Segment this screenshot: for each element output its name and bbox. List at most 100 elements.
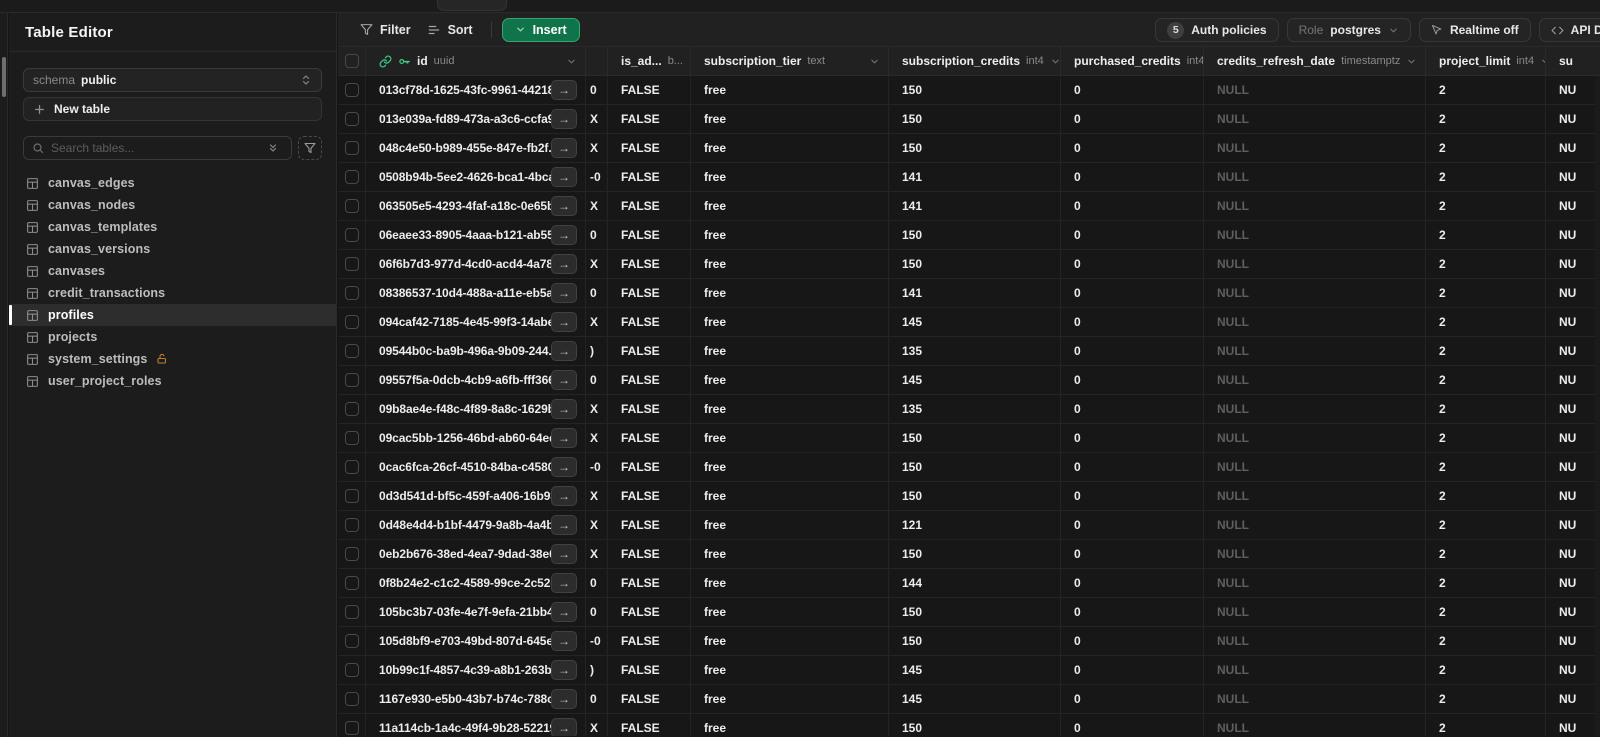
expand-row-button[interactable]: →: [551, 399, 577, 419]
cell-credits-refresh-date[interactable]: NULL: [1204, 105, 1426, 133]
expand-row-button[interactable]: →: [551, 631, 577, 651]
cell-subscription-credits[interactable]: 141: [889, 279, 1061, 307]
cell-id[interactable]: 06f6b7d3-977d-4cd0-acd4-4a78... →: [366, 250, 586, 278]
cell-is-admin[interactable]: FALSE: [608, 192, 691, 220]
cell-is-admin[interactable]: FALSE: [608, 627, 691, 655]
cell-id[interactable]: 094caf42-7185-4e45-99f3-14abee...→: [366, 308, 586, 336]
sidebar-item-profiles[interactable]: profiles: [9, 304, 336, 326]
cell-clipped[interactable]: X: [586, 540, 608, 568]
cell-id[interactable]: 09cac5bb-1256-46bd-ab60-64ed... →: [366, 424, 586, 452]
cell-overflow[interactable]: NU: [1546, 308, 1600, 336]
cell-credits-refresh-date[interactable]: NULL: [1204, 337, 1426, 365]
cell-subscription-tier[interactable]: free: [691, 134, 889, 162]
cell-purchased-credits[interactable]: 0: [1061, 424, 1204, 452]
cell-overflow[interactable]: NU: [1546, 511, 1600, 539]
expand-row-button[interactable]: →: [551, 689, 577, 709]
cell-is-admin[interactable]: FALSE: [608, 279, 691, 307]
cell-purchased-credits[interactable]: 0: [1061, 134, 1204, 162]
row-checkbox[interactable]: [344, 692, 359, 706]
cell-purchased-credits[interactable]: 0: [1061, 163, 1204, 191]
cell-id[interactable]: 0eb2b676-38ed-4ea7-9dad-38e6... →: [366, 540, 586, 568]
cell-project-limit[interactable]: 2: [1426, 627, 1546, 655]
cell-id[interactable]: 048c4e50-b989-455e-847e-fb2f... →: [366, 134, 586, 162]
realtime-toggle-button[interactable]: Realtime off: [1418, 18, 1531, 42]
row-checkbox[interactable]: [344, 634, 359, 648]
cell-subscription-tier[interactable]: free: [691, 366, 889, 394]
cell-is-admin[interactable]: FALSE: [608, 337, 691, 365]
cell-clipped[interactable]: 0: [586, 76, 608, 104]
cell-id[interactable]: 09b8ae4e-f48c-4f89-8a8c-1629b... →: [366, 395, 586, 423]
cell-subscription-tier[interactable]: free: [691, 250, 889, 278]
cell-subscription-tier[interactable]: free: [691, 76, 889, 104]
search-tables-input[interactable]: [51, 141, 256, 155]
cell-is-admin[interactable]: FALSE: [608, 424, 691, 452]
cell-subscription-credits[interactable]: 141: [889, 163, 1061, 191]
cell-purchased-credits[interactable]: 0: [1061, 76, 1204, 104]
cell-subscription-credits[interactable]: 150: [889, 598, 1061, 626]
cell-project-limit[interactable]: 2: [1426, 453, 1546, 481]
cell-purchased-credits[interactable]: 0: [1061, 569, 1204, 597]
cell-clipped[interactable]: X: [586, 714, 608, 736]
cell-clipped[interactable]: ): [586, 656, 608, 684]
sidebar-item-credit_transactions[interactable]: credit_transactions: [9, 282, 336, 304]
cell-overflow[interactable]: NU: [1546, 134, 1600, 162]
expand-row-button[interactable]: →: [551, 167, 577, 187]
row-checkbox[interactable]: [344, 228, 359, 242]
cell-purchased-credits[interactable]: 0: [1061, 482, 1204, 510]
cell-id[interactable]: 105bc3b7-03fe-4e7f-9efa-21bb40... →: [366, 598, 586, 626]
cell-clipped[interactable]: 0: [586, 569, 608, 597]
expand-row-button[interactable]: →: [551, 283, 577, 303]
cell-project-limit[interactable]: 2: [1426, 482, 1546, 510]
schema-select[interactable]: schema public: [23, 68, 322, 92]
cell-is-admin[interactable]: FALSE: [608, 685, 691, 713]
cell-clipped[interactable]: X: [586, 511, 608, 539]
cell-subscription-tier[interactable]: free: [691, 308, 889, 336]
cell-purchased-credits[interactable]: 0: [1061, 511, 1204, 539]
cell-subscription-credits[interactable]: 145: [889, 366, 1061, 394]
cell-id[interactable]: 09557f5a-0dcb-4cb9-a6fb-fff366... →: [366, 366, 586, 394]
column-header-clipped[interactable]: [586, 47, 608, 75]
cell-is-admin[interactable]: FALSE: [608, 250, 691, 278]
cell-is-admin[interactable]: FALSE: [608, 569, 691, 597]
sidebar-item-projects[interactable]: projects: [9, 326, 336, 348]
cell-subscription-tier[interactable]: free: [691, 511, 889, 539]
cell-subscription-tier[interactable]: free: [691, 598, 889, 626]
cell-id[interactable]: 0d48e4d4-b1bf-4479-9a8b-4a4b... →: [366, 511, 586, 539]
cell-project-limit[interactable]: 2: [1426, 424, 1546, 452]
cell-subscription-credits[interactable]: 121: [889, 511, 1061, 539]
cell-subscription-credits[interactable]: 150: [889, 76, 1061, 104]
cell-subscription-tier[interactable]: free: [691, 685, 889, 713]
cell-id[interactable]: 013e039a-fd89-473a-a3c6-ccfa9... →: [366, 105, 586, 133]
cell-id[interactable]: 06eaee33-8905-4aaa-b121-ab552... →: [366, 221, 586, 249]
cell-subscription-credits[interactable]: 150: [889, 105, 1061, 133]
cell-subscription-credits[interactable]: 150: [889, 453, 1061, 481]
cell-clipped[interactable]: -0: [586, 453, 608, 481]
cell-clipped[interactable]: X: [586, 105, 608, 133]
cell-credits-refresh-date[interactable]: NULL: [1204, 511, 1426, 539]
cell-project-limit[interactable]: 2: [1426, 105, 1546, 133]
column-header-project-limit[interactable]: project_limit int4: [1426, 47, 1546, 75]
cell-overflow[interactable]: NU: [1546, 337, 1600, 365]
cell-purchased-credits[interactable]: 0: [1061, 192, 1204, 220]
cell-project-limit[interactable]: 2: [1426, 337, 1546, 365]
cell-clipped[interactable]: X: [586, 395, 608, 423]
row-checkbox[interactable]: [344, 112, 359, 126]
cell-clipped[interactable]: X: [586, 482, 608, 510]
cell-credits-refresh-date[interactable]: NULL: [1204, 453, 1426, 481]
column-header-subscription-tier[interactable]: subscription_tier text: [691, 47, 889, 75]
row-checkbox[interactable]: [344, 402, 359, 416]
cell-clipped[interactable]: 0: [586, 598, 608, 626]
cell-credits-refresh-date[interactable]: NULL: [1204, 192, 1426, 220]
row-checkbox[interactable]: [344, 170, 359, 184]
cell-id[interactable]: 0f8b24e2-c1c2-4589-99ce-2c52d... →: [366, 569, 586, 597]
row-checkbox[interactable]: [344, 257, 359, 271]
cell-overflow[interactable]: NU: [1546, 714, 1600, 736]
cell-purchased-credits[interactable]: 0: [1061, 714, 1204, 736]
cell-clipped[interactable]: X: [586, 192, 608, 220]
column-header-overflow[interactable]: su: [1546, 47, 1600, 75]
sidebar-item-canvases[interactable]: canvases: [9, 260, 336, 282]
cell-is-admin[interactable]: FALSE: [608, 163, 691, 191]
cell-id[interactable]: 105d8bf9-e703-49bd-807d-645e... →: [366, 627, 586, 655]
insert-button[interactable]: Insert: [501, 17, 580, 42]
cell-credits-refresh-date[interactable]: NULL: [1204, 308, 1426, 336]
